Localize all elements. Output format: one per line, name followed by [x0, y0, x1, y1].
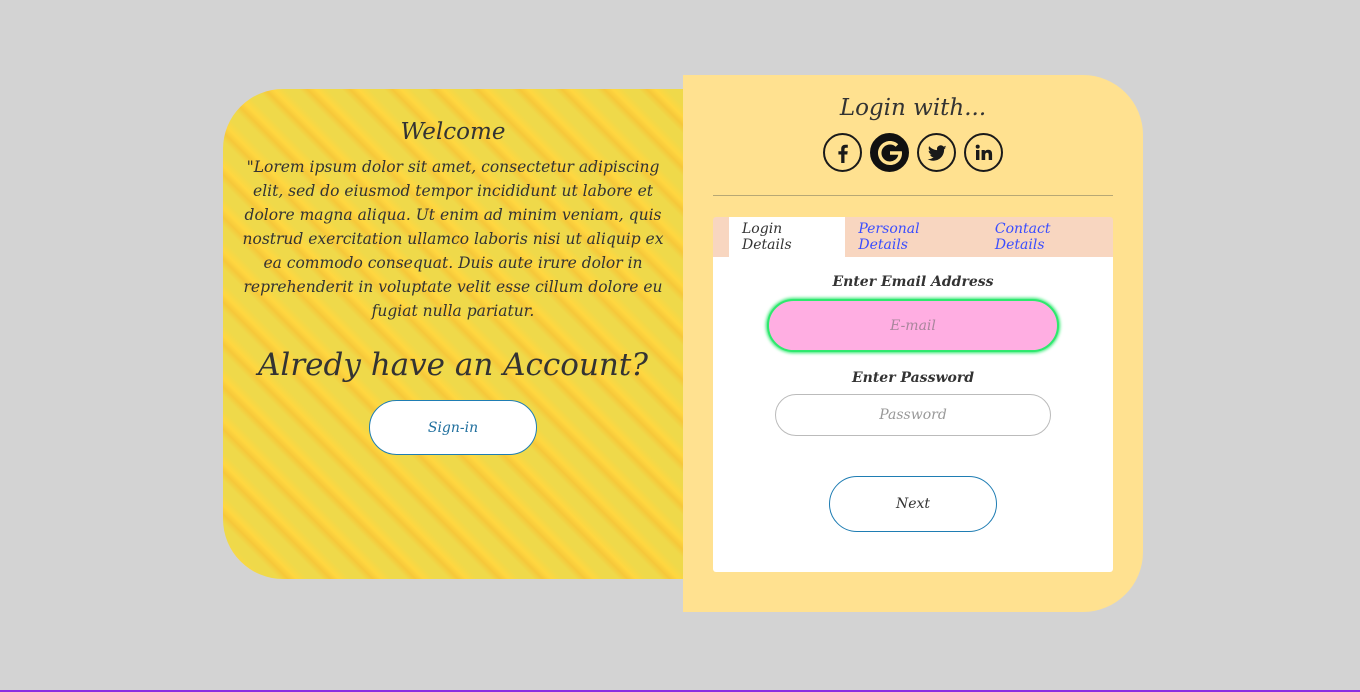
welcome-title: Welcome [400, 119, 506, 145]
social-login-row [823, 133, 1003, 172]
tab-login-details[interactable]: Login Details [729, 217, 846, 257]
tab-personal-details[interactable]: Personal Details [845, 217, 982, 257]
account-heading: Alredy have an Account? [258, 347, 648, 383]
divider [713, 195, 1113, 196]
password-field[interactable] [775, 394, 1051, 436]
tab-contact-details[interactable]: Contact Details [982, 217, 1113, 257]
email-field[interactable] [767, 299, 1059, 352]
google-icon[interactable] [870, 133, 909, 172]
next-button[interactable]: Next [829, 476, 997, 532]
login-details-pane: Enter Email Address Enter Password Next [713, 257, 1113, 572]
sign-in-button[interactable]: Sign-in [369, 400, 537, 455]
login-with-heading: Login with... [839, 95, 987, 121]
login-panel: Login with... Login Details Personal Det… [683, 75, 1143, 612]
email-label: Enter Email Address [832, 274, 994, 290]
login-tabs: Login Details Personal Details Contact D… [713, 217, 1113, 572]
welcome-panel: Welcome "Lorem ipsum dolor sit amet, con… [223, 89, 683, 579]
twitter-icon[interactable] [917, 133, 956, 172]
facebook-icon[interactable] [823, 133, 862, 172]
welcome-text: "Lorem ipsum dolor sit amet, consectetur… [242, 158, 664, 320]
linkedin-icon[interactable] [964, 133, 1003, 172]
password-label: Enter Password [851, 370, 974, 386]
tab-bar: Login Details Personal Details Contact D… [713, 217, 1113, 257]
